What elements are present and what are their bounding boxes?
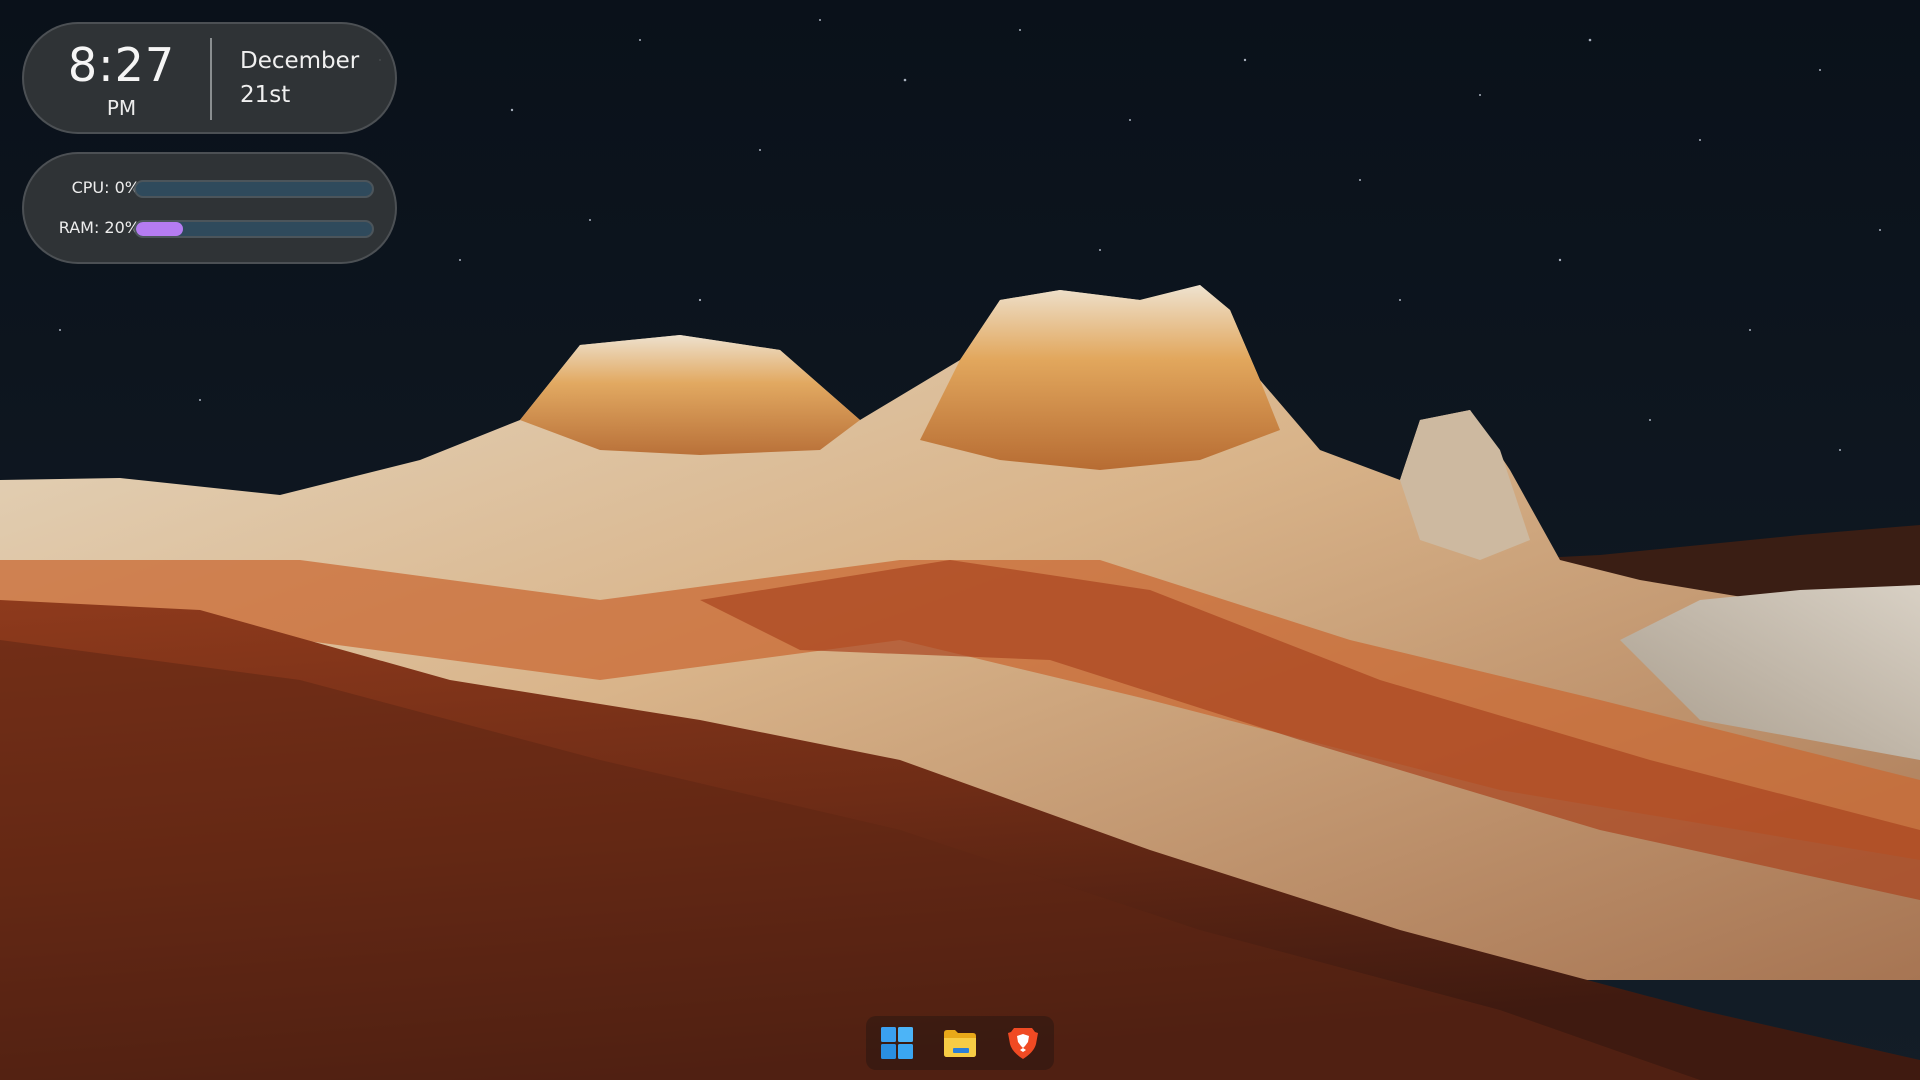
cpu-usage-bar	[134, 180, 374, 198]
clock-time: 8:27	[67, 38, 176, 92]
ram-usage-bar	[134, 220, 374, 238]
clock-divider	[210, 38, 212, 120]
cpu-label: CPU: 0%	[71, 178, 140, 197]
taskbar	[866, 1016, 1054, 1070]
clock-widget: 8:27 PM December 21st	[22, 22, 397, 134]
file-explorer-icon[interactable]	[941, 1024, 979, 1062]
clock-ampm: PM	[106, 96, 137, 120]
desktop: 8:27 PM December 21st CPU: 0% RAM: 20%	[0, 0, 1920, 1080]
brave-browser-icon[interactable]	[1004, 1024, 1042, 1062]
date-day: 21st	[240, 82, 291, 108]
date-month: December	[240, 48, 360, 74]
ram-label: RAM: 20%	[58, 218, 140, 237]
system-stats-widget: CPU: 0% RAM: 20%	[22, 152, 397, 264]
windows-start-icon[interactable]	[878, 1024, 916, 1062]
ram-usage-fill	[136, 222, 184, 236]
